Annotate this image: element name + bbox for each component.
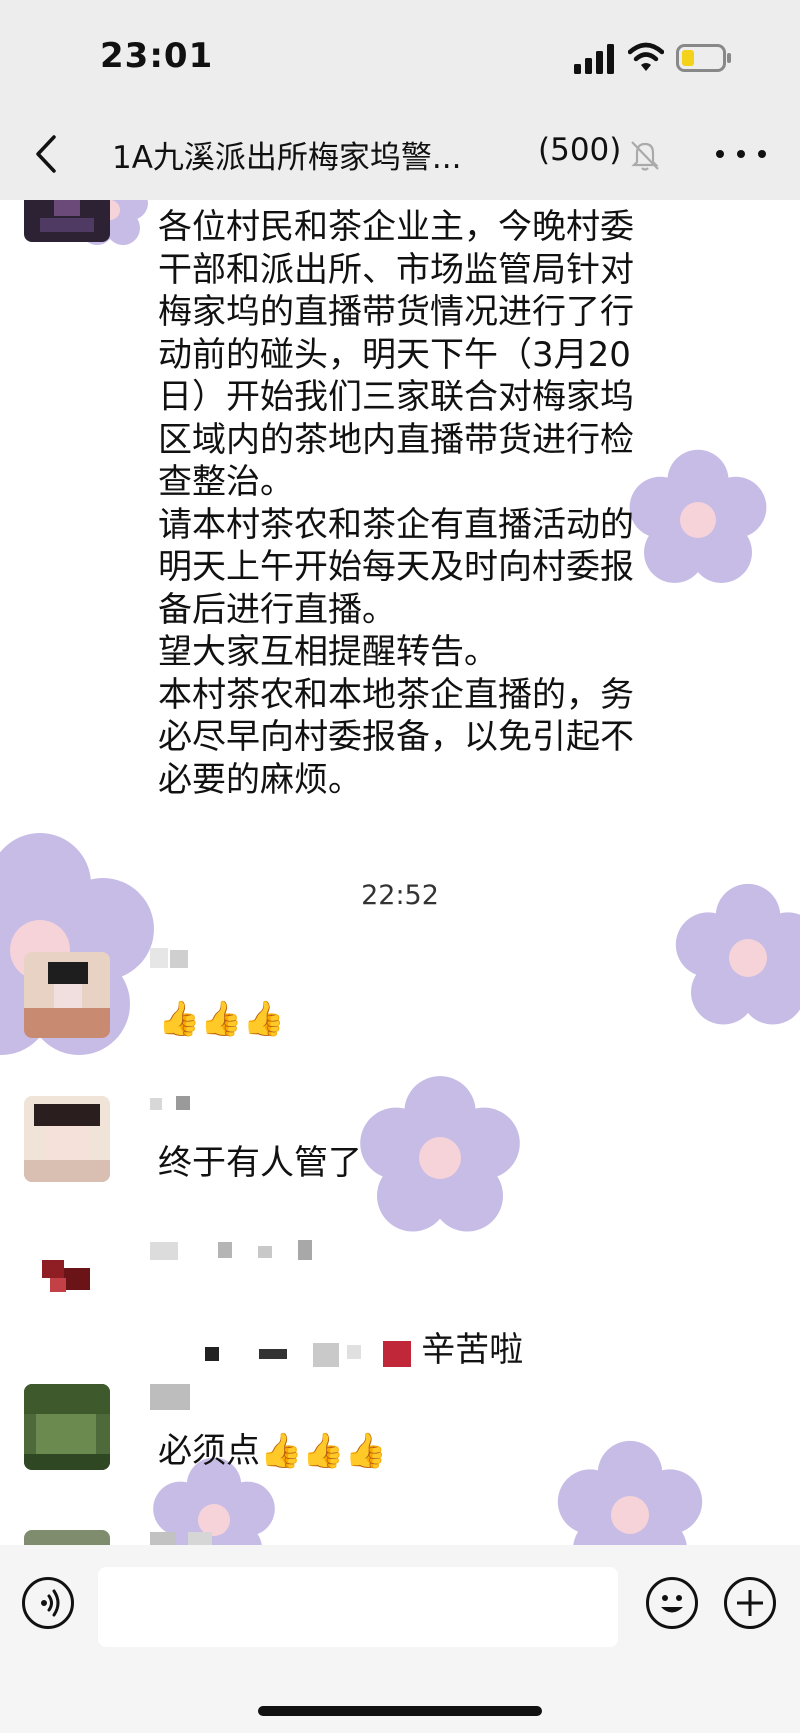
message-text: 辛苦啦 bbox=[158, 1286, 523, 1414]
input-bar bbox=[0, 1545, 800, 1733]
wifi-icon bbox=[628, 42, 664, 71]
plus-icon bbox=[737, 1590, 763, 1616]
sender-name bbox=[150, 1384, 190, 1410]
sender-name bbox=[150, 1096, 190, 1118]
message-text: 各位村民和茶企业主，今晚村委 干部和派出所、市场监管局针对 梅家坞的直播带货情况… bbox=[158, 207, 634, 800]
more-button[interactable] bbox=[716, 136, 766, 172]
avatar[interactable] bbox=[24, 952, 110, 1038]
chat-message-list[interactable]: 各位村民和茶企业主，今晚村委 干部和派出所、市场监管局针对 梅家坞的直播带货情况… bbox=[0, 200, 800, 1545]
message-input[interactable] bbox=[98, 1567, 618, 1647]
top-bar: 23:01 1A九溪派出所梅家坞警... (500) bbox=[0, 0, 800, 200]
avatar[interactable] bbox=[24, 200, 110, 242]
message-text: 终于有人管了 bbox=[158, 1143, 362, 1183]
avatar[interactable] bbox=[24, 1530, 110, 1545]
sender-name bbox=[150, 1240, 320, 1262]
voice-button[interactable] bbox=[22, 1577, 74, 1629]
member-count: (500) bbox=[538, 132, 622, 168]
signal-icon bbox=[574, 44, 614, 74]
sender-name bbox=[150, 948, 190, 970]
redacted-text bbox=[201, 1335, 421, 1367]
voice-icon bbox=[41, 1589, 60, 1617]
more-dots-icon bbox=[716, 150, 724, 158]
message-text: 必须点👍👍👍 bbox=[158, 1431, 388, 1471]
chevron-left-icon bbox=[36, 135, 56, 173]
back-button[interactable] bbox=[24, 128, 68, 180]
bell-slash-icon bbox=[631, 141, 659, 171]
avatar[interactable] bbox=[24, 1384, 110, 1470]
home-indicator bbox=[258, 1706, 542, 1716]
avatar[interactable] bbox=[24, 1096, 110, 1182]
status-time: 23:01 bbox=[100, 36, 214, 76]
plus-button[interactable] bbox=[724, 1577, 776, 1629]
chat-title[interactable]: 1A九溪派出所梅家坞警... bbox=[112, 132, 512, 177]
sender-name bbox=[150, 1530, 220, 1545]
message-text-visible: 辛苦啦 bbox=[421, 1329, 524, 1370]
message-text: 👍👍👍 bbox=[158, 999, 286, 1039]
battery-icon bbox=[676, 44, 731, 72]
avatar[interactable] bbox=[24, 1240, 110, 1326]
emoji-button[interactable] bbox=[646, 1577, 698, 1629]
message-timestamp: 22:52 bbox=[361, 880, 439, 911]
emoji-icon bbox=[661, 1595, 683, 1613]
